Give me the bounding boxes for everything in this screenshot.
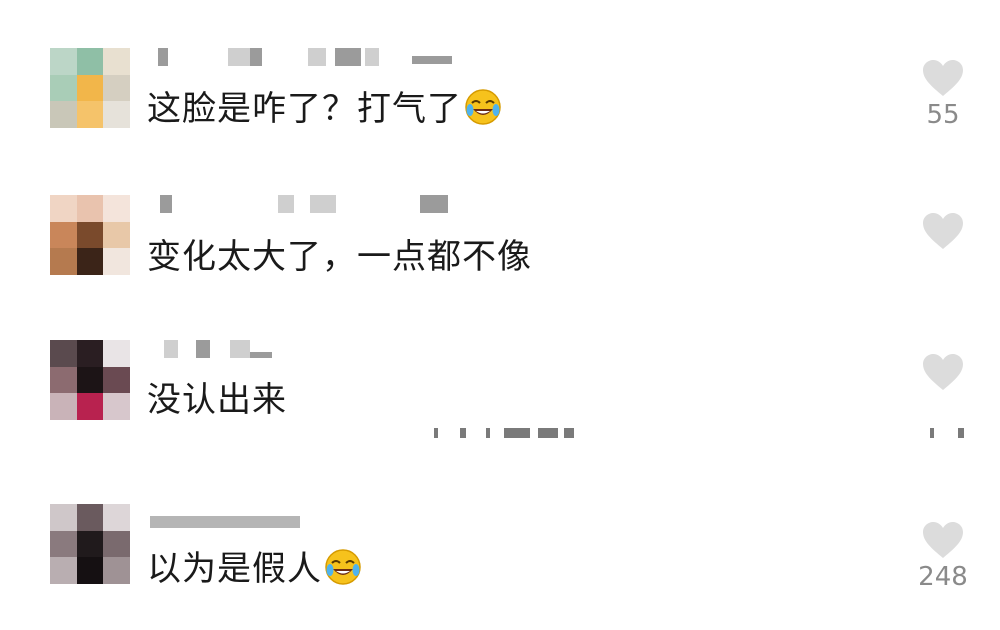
- like-count: 55: [926, 100, 960, 130]
- avatar[interactable]: [50, 504, 130, 584]
- heart-icon: [923, 213, 963, 249]
- heart-icon: [923, 60, 963, 96]
- comment-text-label: 变化太大了，一点都不像: [147, 237, 532, 277]
- heart-icon: [923, 354, 963, 390]
- like-button[interactable]: [918, 352, 968, 394]
- like-button[interactable]: 55: [918, 58, 968, 130]
- avatar[interactable]: [50, 48, 130, 128]
- comment-item: 变化太大了，一点都不像: [0, 185, 1000, 325]
- like-button[interactable]: [918, 211, 968, 253]
- comment-text: 这脸是咋了？打气了: [147, 88, 502, 129]
- avatar[interactable]: [50, 340, 130, 420]
- like-button[interactable]: 248: [918, 520, 968, 592]
- comment-text: 变化太大了，一点都不像: [147, 237, 532, 277]
- watermark-fragment: [430, 428, 590, 438]
- comment-item: 这脸是咋了？打气了 55: [0, 40, 1000, 180]
- comment-text: 没认出来: [147, 380, 287, 420]
- comment-text-label: 这脸是咋了？打气了: [147, 89, 462, 129]
- comment-text-label: 以为是假人: [147, 549, 322, 589]
- heart-icon: [923, 522, 963, 558]
- comment-item: 没认出来: [0, 330, 1000, 470]
- comment-item: 以为是假人 248: [0, 490, 1000, 630]
- comment-text: 以为是假人: [147, 548, 362, 589]
- like-count: 248: [918, 562, 968, 592]
- comment-text-label: 没认出来: [147, 380, 287, 420]
- avatar[interactable]: [50, 195, 130, 275]
- watermark-fragment: [930, 428, 970, 438]
- laughing-crying-emoji-icon: [324, 548, 362, 586]
- laughing-crying-emoji-icon: [464, 88, 502, 126]
